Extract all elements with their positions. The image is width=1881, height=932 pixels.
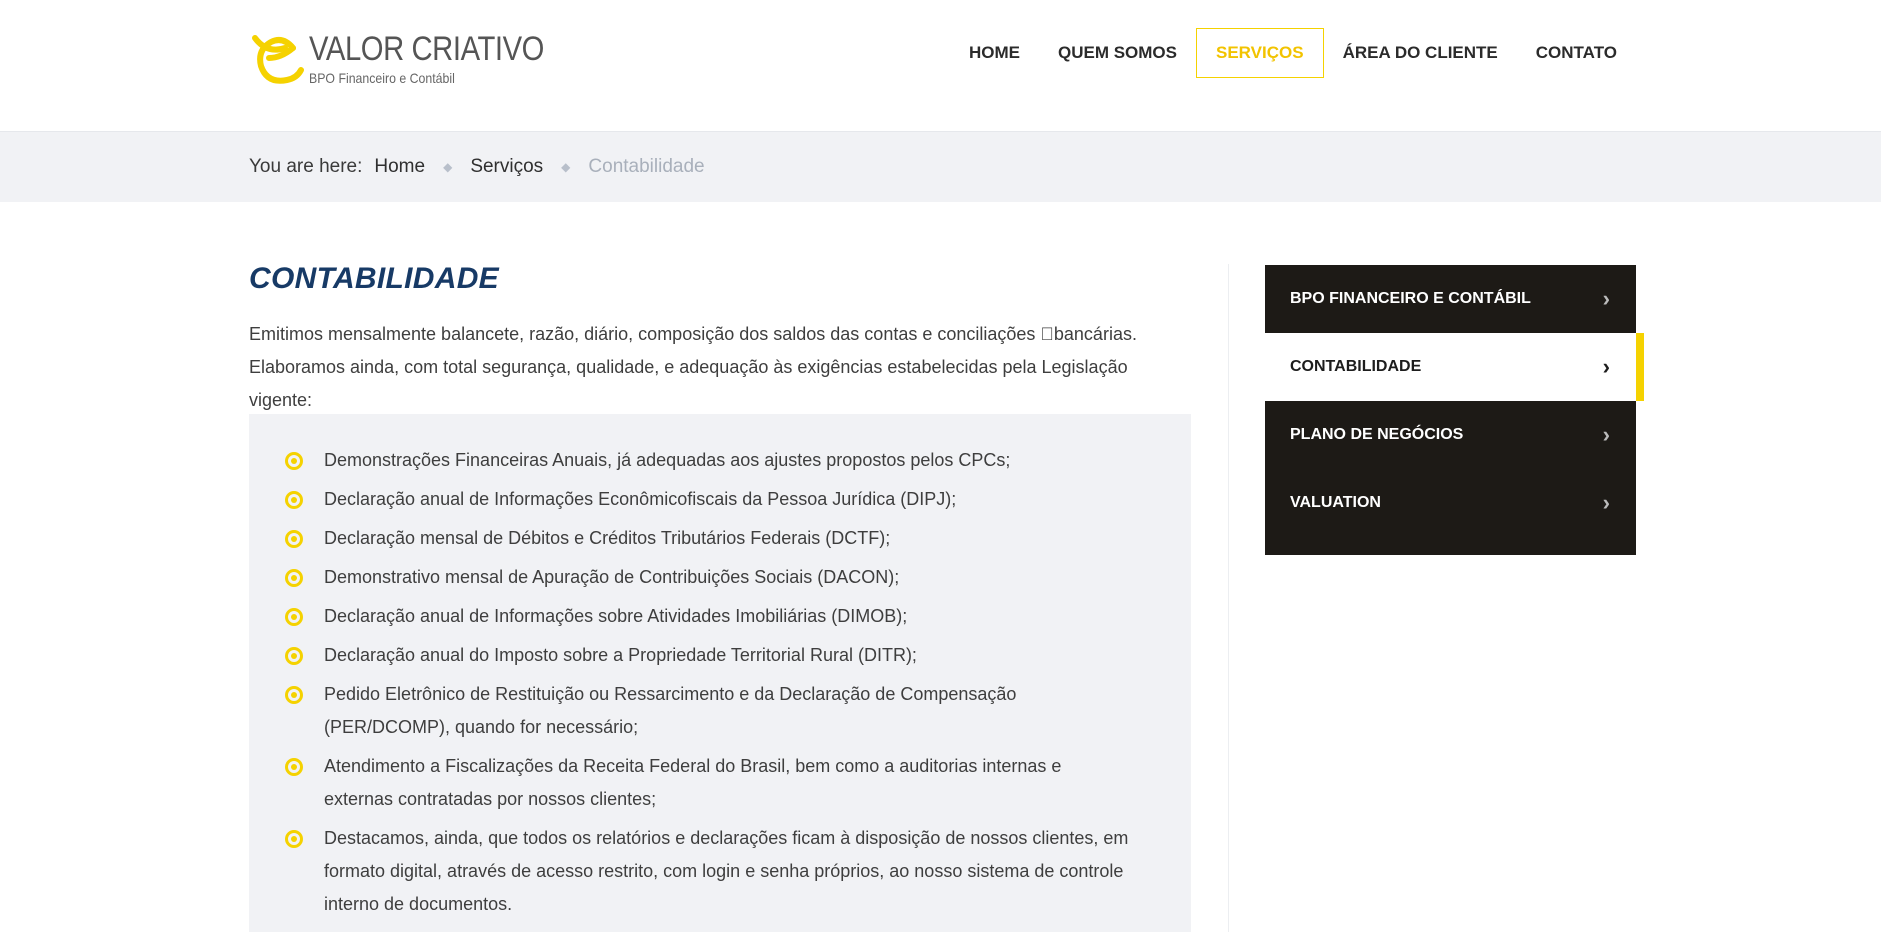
main-content: CONTABILIDADE Emitimos mensalmente balan… — [249, 262, 1191, 932]
circle-dot-icon — [285, 830, 303, 848]
breadcrumb: You are here: Home ◆ Serviços ◆ Contabil… — [249, 132, 705, 202]
sidebar-item-label: VALUATION — [1290, 494, 1381, 511]
intro-line-1: Emitimos mensalmente balancete, razão, d… — [249, 324, 1137, 344]
list-item: Declaração anual de Informações Econômic… — [285, 483, 1131, 516]
intro-line-2: Elaboramos ainda, com total segurança, q… — [249, 357, 1128, 410]
list-item: Declaração anual do Imposto sobre a Prop… — [285, 639, 1131, 672]
list-item-text: Declaração anual de Informações sobre At… — [324, 606, 908, 626]
list-item: Destacamos, ainda, que todos os relatóri… — [285, 822, 1131, 921]
diamond-icon: ◆ — [443, 160, 453, 174]
circle-dot-icon — [285, 686, 303, 704]
sidebar-item-bpo[interactable]: BPO FINANCEIRO E CONTÁBIL › — [1265, 265, 1636, 333]
circle-dot-icon — [285, 758, 303, 776]
main-nav: HOME QUEM SOMOS SERVIÇOS ÁREA DO CLIENTE… — [950, 28, 1636, 78]
nav-servicos[interactable]: SERVIÇOS — [1196, 28, 1324, 78]
list-item-text: Demonstrações Financeiras Anuais, já ade… — [324, 450, 1011, 470]
list-item: Pedido Eletrônico de Restituição ou Ress… — [285, 678, 1131, 744]
list-item-text: Atendimento a Fiscalizações da Receita F… — [324, 756, 1062, 809]
sidebar-item-plano-de-negocios[interactable]: PLANO DE NEGÓCIOS › — [1265, 401, 1636, 469]
logo-tagline: BPO Financeiro e Contábil — [309, 70, 455, 86]
intro-text: Emitimos mensalmente balancete, razão, d… — [249, 318, 1191, 417]
list-item-text: Demonstrativo mensal de Apuração de Cont… — [324, 567, 900, 587]
services-sidebar: BPO FINANCEIRO E CONTÁBIL › CONTABILIDAD… — [1265, 265, 1644, 555]
column-divider — [1228, 264, 1229, 932]
circle-dot-icon — [285, 452, 303, 470]
sidebar-item-contabilidade[interactable]: CONTABILIDADE › — [1265, 333, 1644, 401]
sidebar-bottom-padding — [1265, 537, 1636, 555]
circle-dot-icon — [285, 608, 303, 626]
services-list-box: Demonstrações Financeiras Anuais, já ade… — [249, 414, 1191, 932]
page-title: CONTABILIDADE — [249, 262, 499, 295]
list-item-text: Declaração anual de Informações Econômic… — [324, 489, 957, 509]
list-item: Demonstrativo mensal de Apuração de Cont… — [285, 561, 1131, 594]
nav-quem-somos[interactable]: QUEM SOMOS — [1039, 28, 1196, 78]
breadcrumb-servicos[interactable]: Serviços — [470, 156, 543, 178]
nav-contato[interactable]: CONTATO — [1517, 28, 1636, 78]
nav-home[interactable]: HOME — [950, 28, 1039, 78]
diamond-icon: ◆ — [561, 160, 571, 174]
breadcrumb-bar: You are here: Home ◆ Serviços ◆ Contabil… — [0, 132, 1881, 202]
circle-dot-icon — [285, 491, 303, 509]
sidebar-item-valuation[interactable]: VALUATION › — [1265, 469, 1636, 537]
sidebar-item-label: BPO FINANCEIRO E CONTÁBIL — [1290, 290, 1531, 307]
breadcrumb-home[interactable]: Home — [374, 156, 425, 178]
logo-mark-icon — [252, 35, 304, 84]
list-item: Declaração anual de Informações sobre At… — [285, 600, 1131, 633]
list-item-text: Destacamos, ainda, que todos os relatóri… — [324, 828, 1129, 914]
list-item-text: Declaração mensal de Débitos e Créditos … — [324, 528, 891, 548]
logo-name: VALOR CRIATIVO — [309, 30, 544, 68]
chevron-right-icon: › — [1602, 422, 1610, 447]
logo-link[interactable]: VALOR CRIATIVO BPO Financeiro e Contábil — [249, 28, 544, 90]
chevron-right-icon: › — [1602, 286, 1610, 311]
site-header: VALOR CRIATIVO BPO Financeiro e Contábil… — [0, 0, 1881, 132]
list-item-text: Declaração anual do Imposto sobre a Prop… — [324, 645, 917, 665]
chevron-right-icon: › — [1602, 354, 1610, 379]
services-list: Demonstrações Financeiras Anuais, já ade… — [285, 444, 1131, 921]
list-item: Atendimento a Fiscalizações da Receita F… — [285, 750, 1131, 816]
circle-dot-icon — [285, 530, 303, 548]
breadcrumb-current: Contabilidade — [588, 156, 705, 177]
nav-area-do-cliente[interactable]: ÁREA DO CLIENTE — [1324, 28, 1517, 78]
sidebar-item-label: CONTABILIDADE — [1290, 358, 1422, 375]
sidebar-item-label: PLANO DE NEGÓCIOS — [1290, 426, 1464, 443]
list-item: Demonstrações Financeiras Anuais, já ade… — [285, 444, 1131, 477]
chevron-right-icon: › — [1602, 490, 1610, 515]
list-item-text: Pedido Eletrônico de Restituição ou Ress… — [324, 684, 1017, 737]
circle-dot-icon — [285, 647, 303, 665]
circle-dot-icon — [285, 569, 303, 587]
breadcrumb-prefix: You are here: — [249, 156, 363, 177]
list-item: Declaração mensal de Débitos e Créditos … — [285, 522, 1131, 555]
